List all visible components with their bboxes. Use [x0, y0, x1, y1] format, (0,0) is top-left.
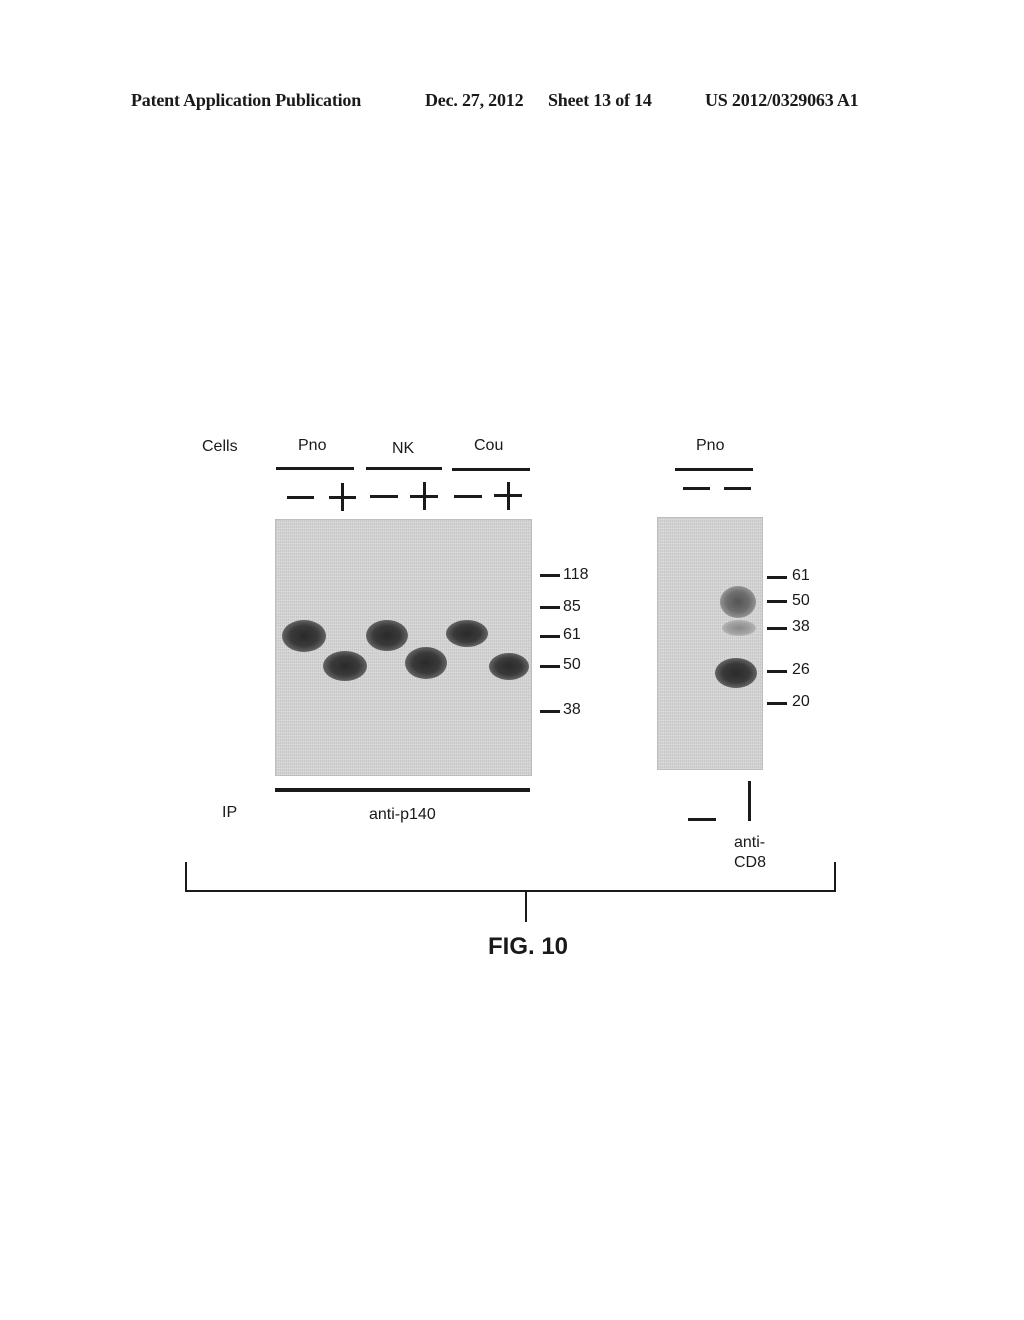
publication-date: Dec. 27, 2012 [425, 90, 524, 110]
band-lane-2 [323, 651, 367, 681]
cells-row-label: Cells [202, 438, 238, 455]
mw-label-85: 85 [563, 598, 581, 615]
figure-bracket-left-end [185, 862, 187, 892]
mw-tick-61 [540, 635, 560, 638]
mw-tick-right-38 [767, 627, 787, 630]
gel-left-blot [275, 519, 532, 776]
mw-label-61: 61 [563, 626, 581, 643]
band-lane-1 [282, 620, 326, 652]
gel-right-blot [657, 517, 763, 770]
mw-tick-85 [540, 606, 560, 609]
ip-bar-left [275, 788, 530, 792]
figure-bracket-horizontal [185, 890, 836, 892]
minus-sign-lane-1 [287, 496, 314, 499]
cell-group-bar-pno [276, 467, 354, 470]
mw-tick-50 [540, 665, 560, 668]
figure-label: FIG. 10 [488, 933, 569, 960]
minus-sign-lane-3 [370, 495, 398, 498]
patent-number: US 2012/0329063 A1 [705, 90, 859, 110]
ip-row-label: IP [222, 804, 238, 821]
cell-group-label-pno: Pno [298, 437, 327, 454]
band-lane-4 [405, 647, 447, 679]
ip-vertical-mark-right [748, 781, 751, 821]
publication-title: Patent Application Publication [131, 90, 362, 110]
cell-group-bar-pno-right [675, 468, 753, 471]
cell-group-bar-nk [366, 467, 442, 470]
plus-sign-lane-6-v [507, 482, 510, 510]
figure-bracket-right-end [834, 862, 836, 892]
mw-label-38: 38 [563, 701, 581, 718]
minus-sign-right-lane-2 [724, 487, 751, 490]
ip-antibody-right-line2: CD8 [734, 854, 767, 871]
mw-label-right-26: 26 [792, 661, 810, 678]
cell-group-label-pno-right: Pno [696, 437, 725, 454]
minus-sign-right-lane-1 [683, 487, 710, 490]
mw-label-right-61: 61 [792, 567, 810, 584]
plus-sign-lane-4-v [423, 482, 426, 510]
mw-label-right-38: 38 [792, 618, 810, 635]
plus-sign-lane-2-v [341, 483, 344, 511]
band-right-26 [715, 658, 757, 688]
mw-label-118: 118 [563, 566, 589, 583]
cell-group-bar-cou [452, 468, 530, 471]
figure-bracket-stem [525, 890, 527, 922]
minus-sign-lane-5 [454, 495, 482, 498]
band-right-38 [722, 620, 756, 636]
mw-tick-right-26 [767, 670, 787, 673]
ip-minus-right [688, 818, 716, 821]
band-right-50 [720, 586, 756, 618]
cell-group-label-cou: Cou [474, 437, 504, 454]
band-lane-3 [366, 620, 408, 651]
mw-label-50: 50 [563, 656, 581, 673]
mw-tick-right-20 [767, 702, 787, 705]
ip-antibody-right-line1: anti- [734, 834, 766, 851]
ip-antibody-left: anti-p140 [369, 806, 436, 823]
mw-tick-118 [540, 574, 560, 577]
mw-label-right-50: 50 [792, 592, 810, 609]
mw-tick-right-50 [767, 600, 787, 603]
sheet-number: Sheet 13 of 14 [548, 90, 652, 110]
mw-label-right-20: 20 [792, 693, 810, 710]
band-lane-6 [489, 653, 529, 680]
cell-group-label-nk: NK [392, 440, 415, 457]
band-lane-5 [446, 620, 488, 647]
mw-tick-38 [540, 710, 560, 713]
mw-tick-right-61 [767, 576, 787, 579]
